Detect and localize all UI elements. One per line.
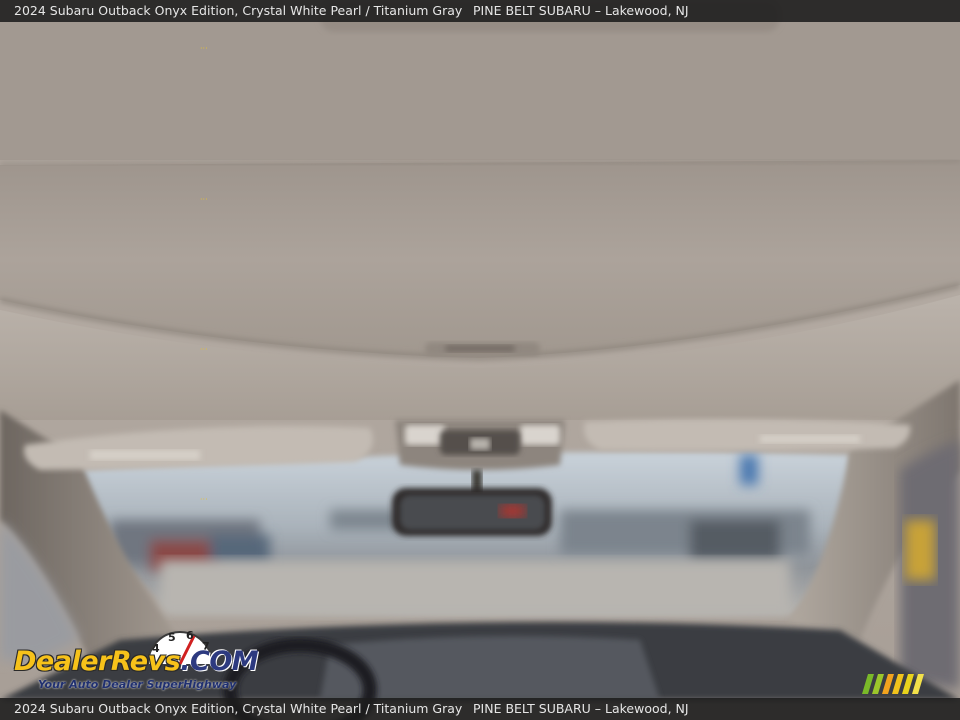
interior-photo bbox=[0, 0, 960, 720]
gauge-number: 6 bbox=[186, 629, 194, 642]
marker-dots: ··· bbox=[200, 345, 208, 354]
logo-brand: DealerRevs bbox=[14, 646, 181, 677]
logo-suffix: .COM bbox=[180, 646, 259, 677]
logo-tagline: Your Auto Dealer SuperHighway bbox=[38, 678, 237, 691]
caption-bar-bottom: 2024 Subaru Outback Onyx Edition, Crysta… bbox=[0, 698, 960, 720]
caption-bar-top: 2024 Subaru Outback Onyx Edition, Crysta… bbox=[0, 0, 960, 22]
dealer-caption: PINE BELT SUBARU – Lakewood, NJ bbox=[473, 3, 689, 18]
color-stripes-icon bbox=[862, 674, 924, 694]
logo-wordmark: DealerRevs.COM bbox=[14, 646, 259, 677]
photo-frame: ··· ··· ··· ··· 2024 Subaru Outback Onyx… bbox=[0, 0, 960, 720]
marker-dots: ··· bbox=[200, 44, 208, 53]
gauge-number: 5 bbox=[168, 631, 176, 644]
vehicle-caption: 2024 Subaru Outback Onyx Edition, Crysta… bbox=[14, 701, 463, 716]
marker-dots: ··· bbox=[200, 195, 208, 204]
dealer-caption: PINE BELT SUBARU – Lakewood, NJ bbox=[473, 701, 689, 716]
dealerrevs-logo: 4 5 6 7 DealerRevs.COM Your Auto Dealer … bbox=[10, 626, 270, 696]
vehicle-caption: 2024 Subaru Outback Onyx Edition, Crysta… bbox=[14, 3, 463, 18]
marker-dots: ··· bbox=[200, 495, 208, 504]
